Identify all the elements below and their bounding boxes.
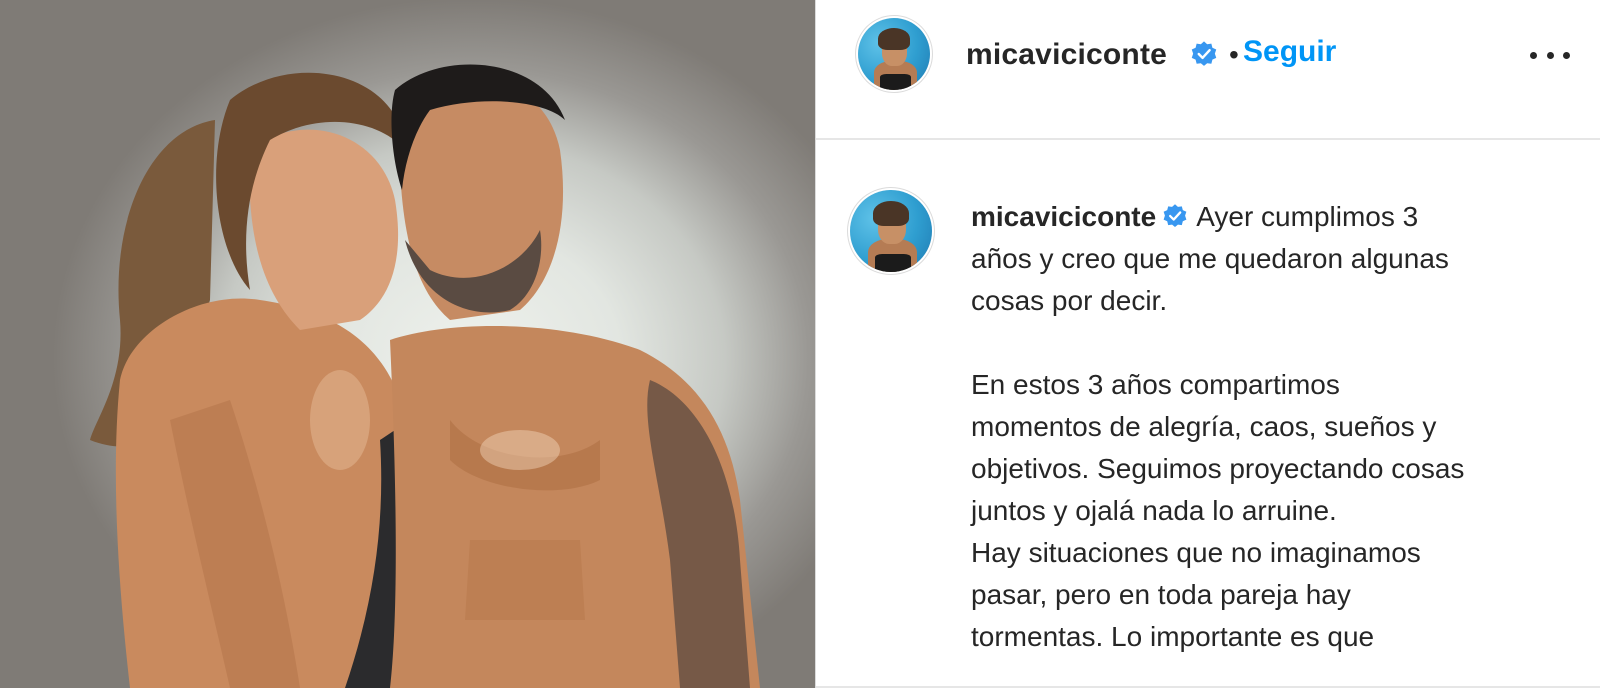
caption-line: tormentas. Lo importante es que [971, 621, 1375, 652]
caption-line: Hay situaciones que no imaginamos [971, 537, 1421, 568]
verified-badge-icon [1163, 204, 1187, 228]
post-photo[interactable] [0, 0, 815, 688]
caption-line: juntos y ojalá nada lo arruine. [971, 495, 1337, 526]
caption-username[interactable]: micaviciconte [971, 201, 1156, 232]
caption-line: objetivos. Seguimos proyectando cosas [971, 453, 1465, 484]
caption-line: años y creo que me quedaron algunas [971, 243, 1449, 274]
header-separator: • [1229, 39, 1239, 70]
post-header: micaviciconte • Seguir [816, 0, 1600, 140]
follow-button[interactable]: Seguir [1243, 35, 1336, 69]
couple-photo-illustration [90, 64, 760, 688]
caption-line: cosas por decir. [971, 285, 1168, 316]
verified-badge-icon [1191, 41, 1217, 66]
profile-avatar[interactable] [858, 18, 930, 90]
caption-avatar[interactable] [850, 190, 932, 272]
caption-paragraph-break [971, 322, 1571, 364]
header-username[interactable]: micaviciconte [966, 38, 1167, 72]
caption-line: En estos 3 años compartimos [971, 369, 1340, 400]
caption-line: momentos de alegría, caos, sueños y [971, 411, 1437, 442]
post-side-panel: micaviciconte • Seguir micaviciconte Ayer… [815, 0, 1600, 688]
instagram-post: micaviciconte • Seguir micaviciconte Ayer… [0, 0, 1600, 688]
caption-line: Ayer cumplimos 3 [1196, 201, 1419, 232]
more-options-icon[interactable] [1530, 45, 1570, 65]
caption-line: pasar, pero en toda pareja hay [971, 579, 1351, 610]
caption-text: micaviciconte Ayer cumplimos 3 años y cre… [971, 196, 1571, 658]
